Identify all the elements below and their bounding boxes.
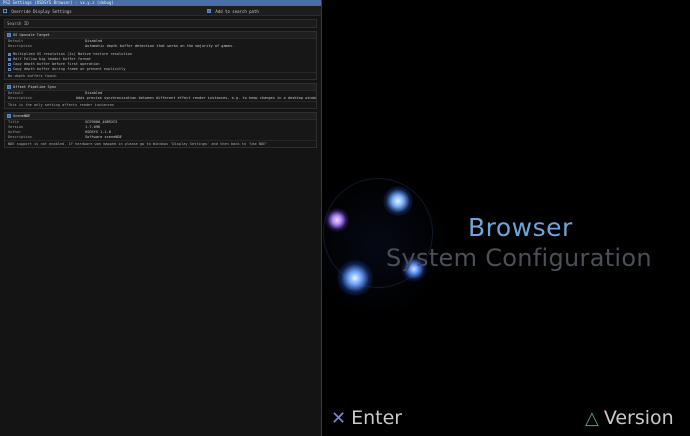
field-key: Description	[8, 135, 32, 139]
field-value: Software sceneNDE	[85, 135, 122, 139]
section-note: No depth buffers found.	[5, 72, 316, 79]
add-search-path-option[interactable]: Add to search path	[207, 8, 259, 14]
add-search-path-label: Add to search path	[215, 8, 259, 14]
settings-panel: PS2 Settings (OSDSYS Browser) - vx.y.z (…	[0, 0, 322, 436]
override-display-option[interactable]: Override Display Settings	[3, 8, 72, 14]
version-label: Version	[603, 407, 674, 429]
ps2-screen: Browser System Configuration ✕ Enter △ V…	[323, 0, 690, 436]
panel-toolbar: Override Display Settings Add to search …	[0, 6, 321, 16]
version-hint[interactable]: △ Version	[585, 404, 674, 432]
search-label: Search ID	[7, 21, 29, 26]
menu-subtitle[interactable]: System Configuration	[386, 244, 652, 272]
section-note: This is the only setting affects render …	[5, 101, 316, 108]
light-orb	[337, 260, 373, 296]
section-header[interactable]: Offset Pipeline Sync	[5, 84, 316, 91]
field-value: Adds precise synchronization between dif…	[75, 96, 316, 100]
light-orb	[383, 186, 413, 216]
section-note: NDE support is not enabled. If hardware …	[5, 140, 316, 147]
enter-label: Enter	[351, 407, 403, 429]
section-gs-upscale: GS Upscale Target Default Disabled Descr…	[4, 31, 317, 80]
checkbox-icon[interactable]	[8, 57, 11, 61]
enter-hint[interactable]: ✕ Enter	[331, 404, 402, 432]
field-row: Description Adds precise synchronization…	[5, 96, 316, 101]
menu-title[interactable]: Browser	[468, 213, 573, 242]
cross-icon: ✕	[331, 407, 347, 429]
checkbox-icon[interactable]	[3, 9, 7, 13]
checkbox-icon[interactable]	[8, 67, 11, 71]
checkbox-icon[interactable]	[207, 9, 211, 13]
option-label: Multiplied GS resolution (1x) Native tex…	[13, 52, 132, 56]
option-label: Half Follow big header buffer format	[13, 57, 91, 61]
checkbox-icon[interactable]	[7, 114, 11, 118]
option-label: Copy depth buffer before first operation	[13, 62, 100, 66]
light-orb	[325, 208, 349, 232]
section-title: SceneNDE	[13, 114, 31, 118]
section-title: GS Upscale Target	[13, 33, 50, 37]
checkbox-icon[interactable]	[7, 33, 11, 37]
override-display-label: Override Display Settings	[11, 8, 72, 14]
section-header[interactable]: GS Upscale Target	[5, 32, 316, 39]
search-field[interactable]: Search ID	[4, 19, 317, 28]
field-key: Description	[8, 96, 32, 100]
checkbox-icon[interactable]	[8, 62, 11, 66]
triangle-icon: △	[585, 407, 599, 429]
section-scene: SceneNDE Title SCE9000_40B92C5 Version 1…	[4, 112, 317, 148]
checkbox-icon[interactable]	[8, 52, 11, 56]
section-title: Offset Pipeline Sync	[13, 85, 57, 89]
checkbox-icon[interactable]	[7, 85, 11, 89]
field-value: Automatic depth buffer detection that wo…	[85, 44, 235, 48]
section-header[interactable]: SceneNDE	[5, 113, 316, 120]
field-key: Description	[8, 44, 32, 48]
option-label: Copy depth buffer during frame on presen…	[13, 67, 126, 71]
section-offset-sync: Offset Pipeline Sync Default Disabled De…	[4, 83, 317, 109]
